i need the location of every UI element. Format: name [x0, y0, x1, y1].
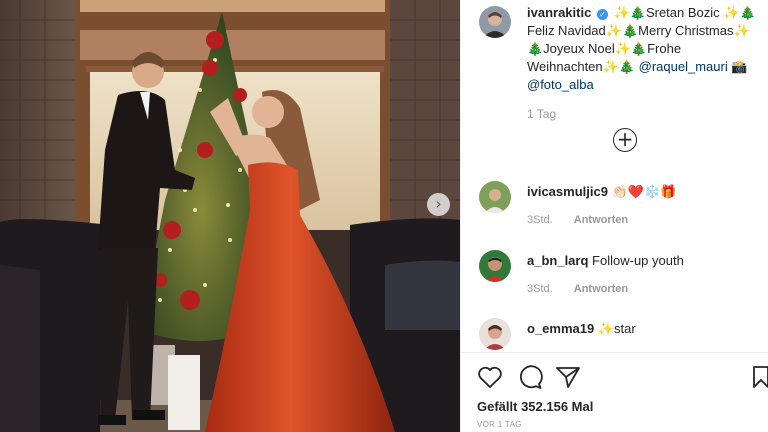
- comment-meta: 3Std. Antworten: [527, 283, 628, 295]
- comment-text: Follow-up youth: [592, 253, 684, 268]
- comment-avatar[interactable]: [479, 318, 511, 350]
- comment-text-row: a_bn_larq Follow-up youth: [527, 252, 684, 270]
- comment-username[interactable]: ivicasmuljic9: [527, 184, 608, 199]
- caption-camera-emoji: 📸: [727, 59, 748, 74]
- share-icon[interactable]: [555, 365, 581, 389]
- post-photo[interactable]: ›: [0, 0, 460, 432]
- post-caption: ivanrakitic ✓ ✨🎄Sretan Bozic ✨🎄 Feliz Na…: [527, 4, 763, 94]
- comment-time: 3Std.: [527, 214, 553, 226]
- heart-icon[interactable]: [477, 365, 503, 389]
- reply-button[interactable]: Antworten: [574, 214, 628, 226]
- comment-avatar-image: [479, 181, 511, 213]
- comment-text: ✨star: [597, 321, 636, 336]
- chevron-right-icon: ›: [435, 193, 442, 213]
- comment-icon[interactable]: [517, 365, 543, 389]
- caption-time-ago: 1 Tag: [527, 107, 557, 121]
- christmas-photo-illustration: [0, 0, 460, 432]
- bookmark-icon[interactable]: [751, 365, 768, 389]
- caption-mention-foto-alba[interactable]: @foto_alba: [527, 77, 594, 92]
- comment-username[interactable]: o_emma19: [527, 321, 594, 336]
- comment-username[interactable]: a_bn_larq: [527, 253, 588, 268]
- author-avatar-image: [479, 6, 511, 38]
- caption-username[interactable]: ivanrakitic: [527, 5, 591, 20]
- comment-meta: 3Std. Antworten: [527, 214, 628, 226]
- load-more-comments-button[interactable]: +: [613, 128, 637, 152]
- post-side-panel: ivanrakitic ✓ ✨🎄Sretan Bozic ✨🎄 Feliz Na…: [460, 0, 768, 432]
- comment-avatar[interactable]: [479, 181, 511, 213]
- reply-button[interactable]: Antworten: [574, 283, 628, 295]
- comment-text: 👏🏻❤️❄️🎁: [611, 184, 677, 199]
- comment-text-row: ivicasmuljic9 👏🏻❤️❄️🎁: [527, 183, 676, 201]
- caption-mention-raquel[interactable]: @raquel_mauri: [639, 59, 728, 74]
- likes-count[interactable]: Gefällt 352.156 Mal: [477, 399, 593, 414]
- comment-text-row: o_emma19 ✨star: [527, 320, 636, 338]
- comment-time: 3Std.: [527, 283, 553, 295]
- post-date: VOR 1 TAG: [477, 420, 522, 429]
- comment-avatar-image: [479, 250, 511, 282]
- next-photo-button[interactable]: ›: [427, 193, 450, 216]
- comment-avatar-image: [479, 318, 511, 350]
- author-avatar[interactable]: [479, 6, 511, 38]
- verified-badge-icon: ✓: [596, 9, 608, 20]
- comment-avatar[interactable]: [479, 250, 511, 282]
- likes-text: Gefällt 352.156 Mal: [477, 399, 594, 414]
- plus-circle-icon: +: [616, 127, 634, 151]
